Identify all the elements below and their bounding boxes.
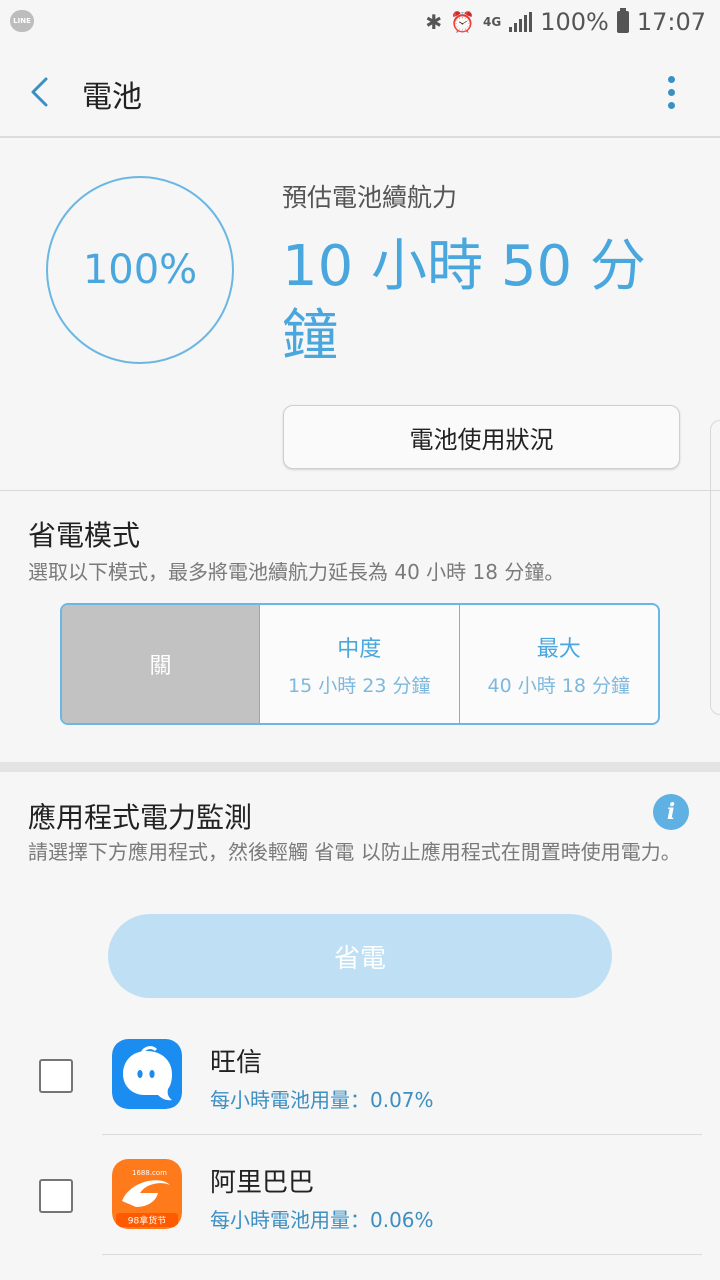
app-monitor-title: 應用程式電力監測 [28, 801, 253, 834]
status-bar: LINE ✱ ⏰ 4G 100% 17:07 [0, 0, 720, 44]
estimate-value: 10 小時 50 分鐘 [282, 234, 646, 369]
battery-icon [616, 8, 629, 33]
power-saving-description: 選取以下模式，最多將電池續航力延長為 40 小時 18 分鐘。 [28, 560, 565, 584]
app-checkbox[interactable] [39, 1059, 73, 1093]
mode-mid-option[interactable]: 中度 15 小時 23 分鐘 [260, 605, 460, 723]
mode-max-option[interactable]: 最大 40 小時 18 分鐘 [460, 605, 659, 723]
info-icon[interactable]: i [653, 794, 689, 830]
status-icons: ✱ ⏰ 4G 100% 17:07 [425, 6, 706, 38]
row-divider [102, 1254, 702, 1255]
svg-text:1688.com: 1688.com [132, 1169, 167, 1177]
network-type: 4G [483, 15, 502, 29]
power-saving-mode-selector: 關 中度 15 小時 23 分鐘 最大 40 小時 18 分鐘 [60, 603, 660, 725]
more-options-icon[interactable] [658, 74, 684, 110]
battery-percent: 100% [540, 8, 609, 36]
app-checkbox[interactable] [39, 1179, 73, 1213]
svg-text:98拿货节: 98拿货节 [128, 1215, 166, 1227]
signal-icon [509, 12, 533, 32]
section-separator [0, 762, 720, 772]
mode-time: 15 小時 23 分鐘 [288, 674, 431, 697]
app-name: 阿里巴巴 [210, 1168, 315, 1198]
save-power-button[interactable]: 省電 [108, 914, 612, 998]
battery-level-ring: 100% [46, 176, 234, 364]
mode-time: 40 小時 18 分鐘 [487, 674, 630, 697]
row-divider [102, 1134, 702, 1135]
page-title: 電池 [82, 80, 142, 115]
app-name: 旺信 [210, 1048, 263, 1078]
mode-name: 關 [149, 654, 172, 679]
alibaba-app-icon: 1688.com 98拿货节 [112, 1159, 182, 1229]
battery-usage-button[interactable]: 電池使用狀況 [283, 405, 680, 469]
app-usage: 每小時電池用量：0.06% [210, 1208, 434, 1232]
estimate-label: 預估電池續航力 [282, 183, 458, 212]
mode-name: 最大 [536, 636, 581, 662]
battery-summary: 100% 預估電池續航力 10 小時 50 分鐘 電池使用狀況 [0, 140, 720, 490]
app-bar: 電池 [0, 44, 720, 138]
mode-off-option[interactable]: 關 [62, 605, 260, 723]
app-monitor-description: 請選擇下方應用程式，然後輕觸 省電 以防止應用程式在閒置時使用電力。 [28, 840, 681, 864]
clock: 17:07 [636, 8, 706, 36]
app-usage: 每小時電池用量：0.07% [210, 1088, 434, 1112]
list-item[interactable]: 旺信 每小時電池用量：0.07% [0, 1017, 720, 1135]
list-item[interactable]: 1688.com 98拿货节 阿里巴巴 每小時電池用量：0.06% [0, 1137, 720, 1255]
alarm-icon: ⏰ [450, 10, 475, 34]
line-app-icon: LINE [10, 10, 34, 32]
battery-level-text: 100% [82, 247, 198, 293]
bluetooth-icon: ✱ [425, 10, 443, 34]
scroll-edge-indicator [710, 420, 720, 715]
mode-name: 中度 [337, 636, 382, 662]
section-divider [0, 490, 720, 491]
back-arrow-icon[interactable] [26, 76, 54, 108]
power-saving-title: 省電模式 [28, 519, 141, 552]
wangxin-app-icon [112, 1039, 182, 1109]
